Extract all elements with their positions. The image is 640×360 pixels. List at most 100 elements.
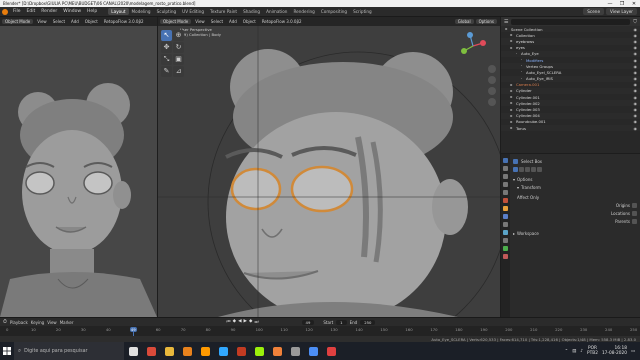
scale-tool-icon[interactable]: ⤡ [161, 54, 172, 65]
material-tab-icon[interactable] [503, 254, 508, 259]
main-menu-object[interactable]: Object [241, 19, 258, 24]
timeline-editor-icon[interactable]: ⏱ [3, 319, 7, 325]
play-icon[interactable]: ▶ [244, 319, 247, 325]
visibility-eye-icon[interactable]: ◉ [634, 64, 638, 69]
ortho-grid-icon[interactable] [488, 98, 496, 106]
outliner-filter-icon[interactable]: ☰ [504, 19, 508, 25]
menu-view[interactable]: View [47, 320, 57, 325]
menu-file[interactable]: File [10, 9, 24, 14]
outliner-row[interactable]: ▸ Torus ◉ [501, 125, 640, 132]
output-tab-icon[interactable] [503, 174, 508, 179]
visibility-eye-icon[interactable]: ◉ [634, 107, 638, 112]
blender-logo-icon[interactable] [2, 8, 8, 15]
prev-key-icon[interactable]: ◆ [233, 319, 236, 325]
scene-tab-icon[interactable] [503, 190, 508, 195]
options-section[interactable]: ▾ Options [513, 176, 637, 183]
tab-sculpting[interactable]: Sculpting [154, 8, 180, 15]
rotate-tool-icon[interactable]: ↻ [173, 42, 184, 53]
close-button[interactable]: ✕ [628, 1, 640, 7]
visibility-eye-icon[interactable]: ◉ [634, 70, 638, 75]
transform-orientation[interactable]: Global [454, 19, 474, 24]
origins-checkbox[interactable] [632, 203, 637, 208]
mode-set-button[interactable] [513, 167, 518, 172]
tab-scripting[interactable]: Scripting [350, 8, 375, 15]
file-explorer-taskbar-button[interactable] [160, 342, 178, 360]
tab-modeling[interactable]: Modeling [129, 8, 154, 15]
visibility-eye-icon[interactable]: ◉ [634, 119, 638, 124]
view-layer-selector[interactable]: View Layer [606, 8, 637, 15]
task-view-taskbar-button[interactable] [124, 342, 142, 360]
main-menu-select[interactable]: Select [209, 19, 225, 24]
visibility-eye-icon[interactable]: ◉ [634, 88, 638, 93]
navigation-gizmo[interactable] [458, 31, 488, 61]
tab-layout[interactable]: Layout [108, 8, 129, 15]
visibility-eye-icon[interactable]: ◉ [634, 51, 638, 56]
main-mode-selector[interactable]: Object Mode [160, 19, 192, 24]
cursor-tool-icon[interactable]: ⊕ [173, 30, 184, 41]
left-3d-viewport[interactable]: Object Mode View Select Add Object Retop… [0, 17, 157, 317]
parents-checkbox[interactable] [632, 219, 637, 224]
camera-view-icon[interactable] [488, 87, 496, 95]
start-frame-field[interactable]: 1 [336, 319, 347, 325]
timeline-ruler[interactable]: 0 10 20 30 40 49 60 70 80 90 100 110 120 130 140 150 160… [0, 326, 640, 336]
outliner-funnel-icon[interactable]: ⛉ [633, 19, 637, 25]
visibility-eye-icon[interactable]: ◉ [634, 126, 638, 131]
annotate-tool-icon[interactable]: ✎ [161, 66, 172, 77]
viewport-options[interactable]: Options [475, 19, 497, 24]
visibility-eye-icon[interactable]: ◉ [634, 82, 638, 87]
taskbar-search-box[interactable]: ⌕ Digite aqui para pesquisar [14, 342, 124, 360]
modifier-tab-icon[interactable] [503, 214, 508, 219]
physics-tab-icon[interactable] [503, 230, 508, 235]
left-menu-object[interactable]: Object [83, 19, 100, 24]
menu-playback[interactable]: Playback [10, 320, 28, 325]
menu-render[interactable]: Render [38, 9, 60, 14]
maximize-button[interactable]: ❐ [616, 1, 628, 7]
chrome-taskbar-button[interactable] [142, 342, 160, 360]
transform-section[interactable]: ▾ Transform [513, 184, 637, 191]
network-icon[interactable]: ▤ [572, 349, 576, 354]
clock[interactable]: 16:18 17-08-2020 [602, 346, 627, 356]
visibility-eye-icon[interactable]: ◉ [634, 101, 638, 106]
measure-tool-icon[interactable]: ⊿ [173, 66, 184, 77]
menu-edit[interactable]: Edit [24, 9, 39, 14]
visibility-eye-icon[interactable]: ◉ [634, 45, 638, 50]
minimize-button[interactable]: — [604, 1, 616, 7]
app-orange-taskbar-button[interactable] [268, 342, 286, 360]
menu-marker[interactable]: Marker [60, 320, 74, 325]
select-tool-icon[interactable]: ↖ [161, 30, 172, 41]
move-tool-icon[interactable]: ✥ [161, 42, 172, 53]
media-taskbar-button[interactable] [232, 342, 250, 360]
tab-uv-editing[interactable]: UV Editing [179, 8, 207, 15]
main-menu-view[interactable]: View [193, 19, 207, 24]
app-blue-taskbar-button[interactable] [304, 342, 322, 360]
mode-invert-button[interactable] [531, 167, 536, 172]
play-reverse-icon[interactable]: ◀ [238, 319, 241, 325]
object-tab-icon[interactable] [503, 206, 508, 211]
outliner-search-input[interactable] [511, 18, 631, 25]
current-frame-field[interactable]: 49 [301, 319, 315, 325]
render-tab-icon[interactable] [503, 166, 508, 171]
main-retopoflow-menu[interactable]: RetopoFlow 3.0.0β2 [260, 19, 304, 24]
world-tab-icon[interactable] [503, 198, 508, 203]
visibility-eye-icon[interactable]: ◉ [634, 76, 638, 81]
menu-keying[interactable]: Keying [31, 320, 44, 325]
left-retopoflow-menu[interactable]: RetopoFlow 3.0.0β2 [102, 19, 146, 24]
menu-help[interactable]: Help [84, 9, 100, 14]
visibility-eye-icon[interactable]: ◉ [634, 27, 638, 32]
visibility-eye-icon[interactable]: ◉ [634, 33, 638, 38]
main-menu-add[interactable]: Add [227, 19, 239, 24]
data-tab-icon[interactable] [503, 246, 508, 251]
tool-tab-icon[interactable] [503, 158, 508, 163]
visibility-eye-icon[interactable]: ◉ [634, 39, 638, 44]
constraints-tab-icon[interactable] [503, 238, 508, 243]
workspace-section[interactable]: ▸ Workspace [513, 230, 637, 237]
app-gray-taskbar-button[interactable] [286, 342, 304, 360]
xbox-taskbar-button[interactable] [250, 342, 268, 360]
illustrator-taskbar-button[interactable] [196, 342, 214, 360]
mode-extend-button[interactable] [519, 167, 524, 172]
main-3d-viewport[interactable]: Object Mode View Select Add Object Retop… [158, 17, 500, 317]
app-red-taskbar-button[interactable] [322, 342, 340, 360]
language-indicator[interactable]: POR PTB2 [587, 346, 598, 356]
tab-rendering[interactable]: Rendering [290, 8, 317, 15]
volume-icon[interactable]: ♪ [580, 349, 583, 354]
